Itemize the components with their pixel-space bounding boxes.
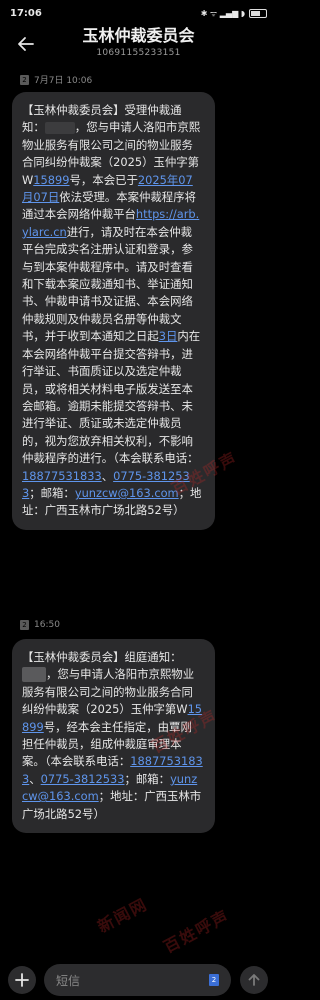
status-time: 17:06	[10, 7, 42, 19]
message-text: ；邮箱：	[29, 485, 75, 500]
message-input-placeholder: 短信	[56, 973, 81, 988]
email-link[interactable]: yunzcw@163.com	[75, 486, 179, 500]
sender-name: 玉林仲裁委员会	[82, 26, 195, 45]
phone-link[interactable]: 0775-3812533	[41, 772, 125, 786]
status-bar: 17:06 ✱ ᯤ ▂▄▆ ◗	[0, 0, 277, 26]
add-attachment-button[interactable]	[8, 966, 36, 994]
case-number-link[interactable]: 15899	[33, 173, 69, 187]
watermark-text: 百姓呼声	[160, 906, 233, 957]
send-icon	[248, 974, 260, 986]
signal-icons: ✱ ᯤ ▂▄▆ ◗	[200, 8, 245, 18]
message-text: 、	[29, 771, 41, 786]
redacted-name	[44, 121, 75, 134]
sim-card-icon: 2	[20, 620, 29, 630]
message-time: 16:50	[34, 620, 60, 630]
back-button[interactable]	[14, 32, 38, 56]
message-text: ；邮箱：	[124, 771, 171, 786]
sim-card-icon: 2	[20, 74, 29, 85]
compose-bar: 短信 2	[0, 964, 277, 1000]
message-input[interactable]: 短信 2	[44, 964, 231, 996]
message-timestamp: 2 16:50	[20, 620, 60, 630]
message-bubble[interactable]: 【玉林仲裁委员会】受理仲裁通知： ，您与申请人洛阳市京熙物业服务有限公司之间的物业…	[12, 92, 215, 530]
send-button[interactable]	[240, 966, 268, 994]
watermark-text: 新闻网	[94, 894, 152, 937]
conversation-header: 玉林仲裁委员会 10691155233151	[0, 26, 277, 66]
plus-icon	[15, 973, 29, 987]
message-text: 、	[101, 468, 114, 483]
sim-selector-icon[interactable]: 2	[209, 974, 219, 986]
status-icons: ✱ ᯤ ▂▄▆ ◗	[201, 8, 267, 19]
days-link[interactable]: 3日	[159, 329, 178, 343]
message-time: 7月7日 10:06	[34, 76, 93, 86]
message-text: ，您与申请人洛阳市京熙物业服务有限公司之间的物业服务合同纠纷仲裁案（2025）玉…	[22, 667, 195, 717]
redacted-name	[22, 667, 46, 683]
message-text: 进行，请及时在本会仲裁平台完成实名注册认证和登录，参与到本案仲裁程序中。请及时查…	[22, 224, 193, 344]
header-title-block: 玉林仲裁委员会 10691155233151	[40, 26, 237, 60]
battery-icon	[249, 8, 267, 18]
sender-number: 10691155233151	[96, 48, 181, 58]
message-text: 号，本会已于	[69, 172, 138, 187]
message-text: 内在本会网络仲裁平台提交答辩书，进行举证、书面质证以及选定仲裁员，或将相关材料电…	[22, 329, 201, 466]
phone-link[interactable]: 18877531833	[22, 469, 102, 483]
message-text: 【玉林仲裁委员会】组庭通知：	[22, 650, 182, 664]
message-timestamp: 2 7月7日 10:06	[20, 73, 92, 86]
back-arrow-icon	[18, 37, 34, 51]
